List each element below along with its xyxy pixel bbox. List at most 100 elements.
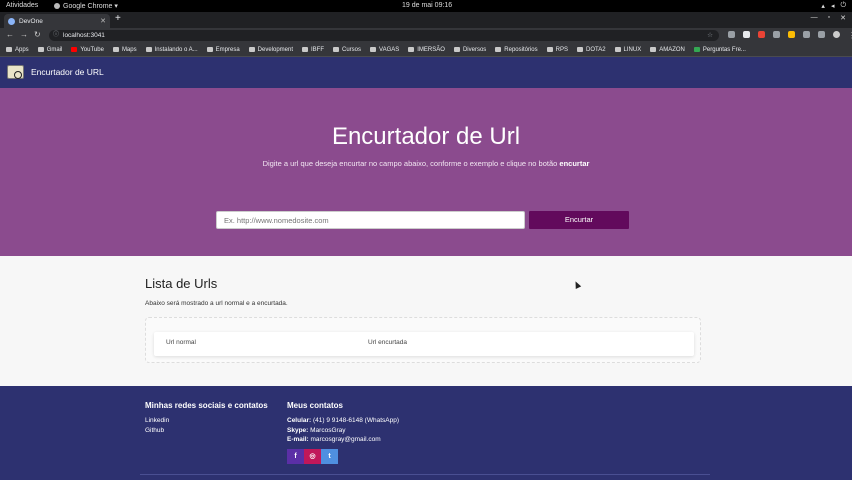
folder-icon <box>37 47 44 52</box>
hero-subtitle-bold: encurtar <box>559 159 590 168</box>
bookmark-label: Development <box>257 46 294 53</box>
extension-icon[interactable] <box>728 31 735 38</box>
extensions: ⋮ <box>728 31 852 40</box>
bookmark-label: LINUX <box>623 46 642 53</box>
folder-icon <box>453 47 460 52</box>
folder-icon <box>6 47 12 52</box>
folder-icon <box>546 47 553 52</box>
os-top-bar: Atividades Google Chrome ▾ 19 de mai 09:… <box>0 0 852 12</box>
list-subtitle: Abaixo será mostrado a url normal e a en… <box>145 300 288 307</box>
extension-icon[interactable] <box>743 31 750 38</box>
bookmark-item[interactable]: RPS <box>546 46 568 53</box>
bookmark-label: Perguntas Fre... <box>702 46 746 53</box>
facebook-icon[interactable]: f <box>287 449 304 464</box>
folder-icon <box>408 47 415 52</box>
hero-subtitle: Digite a url que deseja encurtar no camp… <box>0 159 852 168</box>
bookmark-item[interactable]: YouTube <box>71 47 104 53</box>
power-icon: ⏻ <box>840 2 846 9</box>
bookmark-item[interactable]: Maps <box>112 47 137 53</box>
folder-icon <box>112 47 119 52</box>
bookmark-item[interactable]: Perguntas Fre... <box>693 46 746 53</box>
bookmark-label: Empresa <box>215 46 240 53</box>
folder-icon <box>302 47 309 52</box>
address-bar-url: localhost:3041 <box>63 32 105 39</box>
reload-icon[interactable]: ↻ <box>34 30 41 39</box>
bookmark-item[interactable]: IMERSÃO <box>408 47 445 53</box>
extension-icon[interactable] <box>818 31 825 38</box>
instagram-icon[interactable]: ◎ <box>304 449 321 464</box>
bookmark-item[interactable]: LINUX <box>614 46 642 53</box>
new-tab-button[interactable]: + <box>115 13 121 24</box>
back-icon[interactable]: ← <box>6 30 14 39</box>
shorten-button[interactable]: Encurtar <box>529 211 629 229</box>
bookmark-label: Apps <box>15 46 29 53</box>
folder-icon <box>333 47 340 52</box>
bookmark-item[interactable]: Empresa <box>206 46 240 53</box>
social-buttons: f ◎ t <box>287 449 338 464</box>
minimize-icon[interactable]: — <box>811 14 818 22</box>
clock[interactable]: 19 de mai 09:16 <box>402 2 452 9</box>
brand-title[interactable]: Encurtador de URL <box>31 67 104 77</box>
bookmark-item[interactable]: VAGAS <box>370 47 399 53</box>
twitter-icon[interactable]: t <box>321 449 338 464</box>
system-tray[interactable]: ▴ ◂ ⏻ <box>821 2 846 10</box>
bookmark-label: YouTube <box>80 46 104 53</box>
contact-phone-value: (41) 9 9148-6148 (WhatsApp) <box>311 417 400 424</box>
mouse-cursor-icon <box>572 280 582 289</box>
bookmark-item[interactable]: Development <box>248 46 294 53</box>
footer-divider <box>140 474 710 475</box>
footer-social-column: Minhas redes sociais e contatos Linkedin… <box>145 401 268 435</box>
extension-icon[interactable] <box>773 31 780 38</box>
profile-avatar[interactable] <box>833 31 840 38</box>
contact-email: E-mail: marcosgray@gmail.com <box>287 435 399 445</box>
folder-icon <box>370 47 377 52</box>
bookmark-item[interactable]: DOTA2 <box>576 46 606 53</box>
folder-icon <box>206 47 213 52</box>
bookmark-item[interactable]: IBFF <box>302 47 324 53</box>
bookmark-star-icon[interactable]: ☆ <box>707 30 713 41</box>
app-menu[interactable]: Google Chrome ▾ <box>54 2 118 10</box>
bookmark-item[interactable]: Apps <box>6 47 29 53</box>
tab-devone[interactable]: DevOne ✕ <box>4 14 110 28</box>
linkedin-link[interactable]: Linkedin <box>145 416 268 426</box>
app-menu-label: Google Chrome ▾ <box>63 3 118 10</box>
contact-skype: Skype: MarcosGray <box>287 426 399 436</box>
extension-icon[interactable] <box>758 31 765 38</box>
url-input[interactable] <box>216 211 525 229</box>
tab-close-icon[interactable]: ✕ <box>100 17 106 25</box>
url-table: Url normal Url encurtada <box>154 332 694 356</box>
close-window-icon[interactable]: ✕ <box>840 14 846 22</box>
hero-subtitle-text: Digite a url que deseja encurtar no camp… <box>262 159 560 168</box>
footer-contacts-column: Meus contatos Celular: (41) 9 9148-6148 … <box>287 401 399 445</box>
bookmark-label: RPS <box>555 46 568 53</box>
bookmark-item[interactable]: Cursos <box>333 47 361 53</box>
maximize-icon[interactable]: ▫ <box>828 14 830 22</box>
url-table-container: Url normal Url encurtada <box>145 317 701 363</box>
bookmark-label: Diversos <box>462 46 487 53</box>
bookmark-item[interactable]: Repositórios <box>495 47 538 53</box>
folder-icon <box>650 47 657 52</box>
extension-icon[interactable] <box>803 31 810 38</box>
extension-icon[interactable] <box>788 31 795 38</box>
bookmark-item[interactable]: AMAZON <box>650 47 685 53</box>
tab-favicon-icon <box>8 17 15 25</box>
folder-icon <box>248 47 255 52</box>
site-navbar: Encurtador de URL <box>0 57 852 88</box>
bookmark-item[interactable]: Diversos <box>453 46 487 53</box>
brand-logo-icon[interactable] <box>7 65 24 79</box>
chrome-menu-icon[interactable]: ⋮ <box>848 31 852 40</box>
site-info-icon[interactable]: ⓘ <box>53 30 59 41</box>
address-bar[interactable]: ⓘ localhost:3041 ☆ <box>49 30 719 41</box>
bookmark-label: DOTA2 <box>585 46 606 53</box>
footer: Minhas redes sociais e contatos Linkedin… <box>0 386 852 480</box>
folder-icon <box>614 47 621 52</box>
bookmark-item[interactable]: Instalando o A... <box>145 47 198 53</box>
contact-skype-value: MarcosGray <box>308 426 346 434</box>
github-link[interactable]: Github <box>145 426 268 436</box>
column-header-short-url: Url encurtada <box>368 339 408 346</box>
bookmark-item[interactable]: Gmail <box>37 47 62 53</box>
hero-section: Encurtador de Url Digite a url que desej… <box>0 88 852 289</box>
activities-button[interactable]: Atividades <box>6 2 38 9</box>
bookmark-label: IBFF <box>311 46 325 53</box>
forward-icon[interactable]: → <box>20 30 28 39</box>
